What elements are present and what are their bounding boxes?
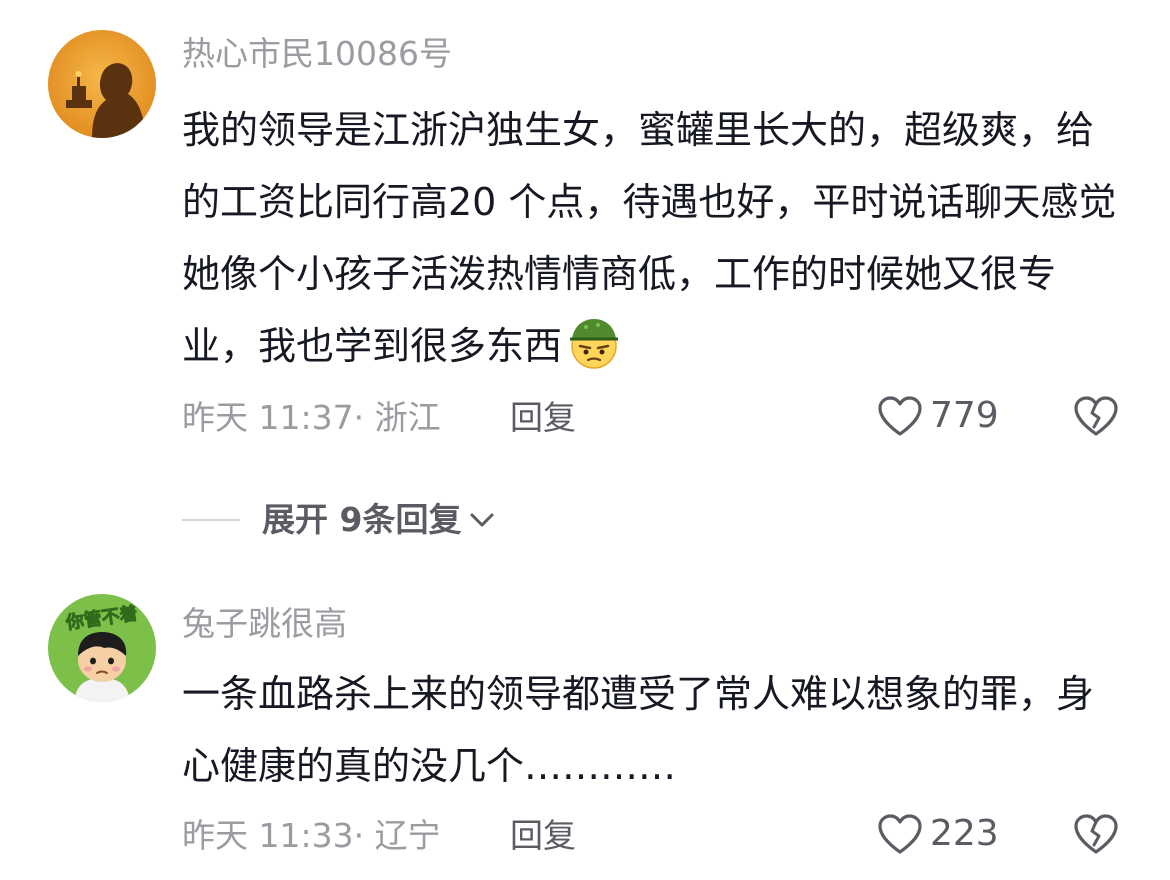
heart-outline-icon	[878, 396, 922, 436]
heart-outline-icon	[878, 814, 922, 854]
avatar[interactable]: 你管不着	[48, 594, 156, 702]
comment-text: 我的领导是江浙沪独生女，蜜罐里长大的，超级爽，给的工资比同行高20 个点，待遇也…	[182, 108, 1117, 368]
expand-divider-line	[182, 519, 240, 521]
broken-heart-icon	[1074, 396, 1118, 436]
comment-username[interactable]: 热心市民10086号	[182, 32, 452, 76]
expand-replies-button[interactable]: 展开 9条回复	[182, 498, 497, 542]
reply-button[interactable]: 回复	[510, 396, 576, 440]
avatar-cartoon-boy-image: 你管不着	[48, 594, 156, 702]
avatar[interactable]	[48, 30, 156, 138]
like-button[interactable]: 223	[876, 812, 999, 856]
comment-meta: 昨天 11:37· 浙江	[182, 398, 441, 437]
comment-list: 热心市民10086号 我的领导是江浙沪独生女，蜜罐里长大的，超级爽，给的工资比同…	[0, 0, 1170, 880]
dislike-button[interactable]	[1072, 812, 1120, 860]
thinking-face-green-hat-icon	[566, 315, 622, 371]
broken-heart-icon	[1074, 814, 1118, 854]
comment-content: 一条血路杀上来的领导都遭受了常人难以想象的罪，身心健康的真的没几个…………	[182, 658, 1122, 802]
dislike-button[interactable]	[1072, 394, 1120, 442]
like-count: 223	[930, 813, 999, 854]
like-button[interactable]: 779	[876, 394, 999, 438]
chevron-down-icon	[470, 513, 494, 527]
reply-button[interactable]: 回复	[510, 814, 576, 858]
comment-text: 一条血路杀上来的领导都遭受了常人难以想象的罪，身心健康的真的没几个…………	[182, 672, 1095, 788]
avatar-silhouette-image	[48, 30, 156, 138]
comment-content: 我的领导是江浙沪独生女，蜜罐里长大的，超级爽，给的工资比同行高20 个点，待遇也…	[182, 94, 1122, 382]
like-count: 779	[930, 395, 999, 436]
comment-meta: 昨天 11:33· 辽宁	[182, 816, 441, 855]
expand-replies-label: 展开 9条回复	[262, 500, 462, 539]
comment-username[interactable]: 兔子跳很高	[182, 602, 347, 646]
